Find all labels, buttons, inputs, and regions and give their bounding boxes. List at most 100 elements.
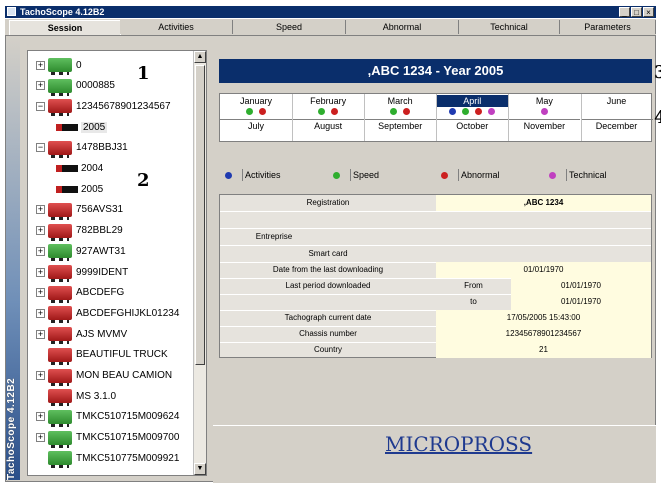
calendar-divider bbox=[292, 94, 294, 141]
indicator-dot-icon bbox=[403, 108, 411, 115]
last-download-value: 01/01/1970 bbox=[436, 262, 651, 278]
indicator-dot-icon bbox=[259, 108, 267, 115]
expand-icon[interactable]: + bbox=[36, 205, 45, 215]
expand-icon[interactable]: + bbox=[36, 60, 45, 70]
green-truck-icon bbox=[48, 244, 72, 262]
indicator-dot-icon bbox=[318, 108, 326, 115]
month-september[interactable]: September bbox=[364, 119, 437, 132]
legend-speed-label: Speed bbox=[353, 170, 380, 180]
month-august[interactable]: August bbox=[292, 119, 365, 132]
month-february[interactable]: February bbox=[292, 95, 364, 107]
tree-item[interactable]: − 1478BBJ31 bbox=[36, 139, 128, 158]
tree-item-label: 2005 bbox=[81, 183, 104, 195]
micropross-logo: MICROPROSS bbox=[385, 432, 533, 456]
indicator-dot-icon bbox=[449, 108, 457, 115]
tree-item[interactable]: 2005 bbox=[56, 118, 108, 136]
indicator-dot-icon bbox=[462, 108, 470, 115]
tree-item[interactable]: +756AVS31 bbox=[36, 201, 124, 220]
tree-item-label: 2005 bbox=[81, 121, 108, 133]
red-truck-icon bbox=[48, 347, 72, 365]
indicator-dot-icon bbox=[540, 108, 548, 115]
collapse-icon[interactable]: − bbox=[36, 143, 45, 153]
tab-parameters[interactable]: Parameters bbox=[560, 20, 656, 34]
close-button[interactable]: × bbox=[643, 7, 654, 17]
expand-icon[interactable]: + bbox=[36, 288, 45, 298]
month-july[interactable]: July bbox=[220, 119, 292, 132]
tree-item[interactable]: MS 3.1.0 bbox=[36, 387, 117, 407]
window-titlebar: TachoScope 4.12B2 _ □ × bbox=[5, 6, 656, 18]
legend-abnormal: Abnormal bbox=[441, 169, 500, 181]
tree-item-label: MS 3.1.0 bbox=[76, 390, 117, 402]
tree-item[interactable]: + ABCDEFGHIJKL01234 bbox=[36, 304, 179, 324]
month-january[interactable]: January bbox=[220, 95, 292, 107]
tree-scrollbar[interactable]: ▲ ▼ bbox=[193, 51, 206, 475]
month-december[interactable]: December bbox=[580, 119, 653, 132]
expand-icon[interactable]: + bbox=[36, 371, 45, 380]
tree-item[interactable]: + TMKC510715M009700 bbox=[36, 429, 179, 448]
tree-item[interactable]: +927AWT31 bbox=[36, 242, 126, 262]
sidebar-brand: TachoScope 4.12B2 bbox=[6, 360, 20, 480]
tree-item[interactable]: − 12345678901234567 bbox=[36, 97, 171, 117]
tab-activities[interactable]: Activities bbox=[120, 20, 233, 34]
legend-activities: Activities bbox=[225, 169, 281, 181]
window-controls: _ □ × bbox=[619, 7, 654, 17]
tree-item-label: 756AVS31 bbox=[76, 204, 124, 216]
scroll-up-button[interactable]: ▲ bbox=[194, 51, 206, 63]
tree-item[interactable]: + AJS MVMV bbox=[36, 325, 127, 345]
expand-icon[interactable]: + bbox=[36, 433, 45, 443]
tree-item[interactable]: +782BBL29 bbox=[36, 222, 123, 241]
expand-icon[interactable]: + bbox=[36, 412, 45, 422]
vehicle-tree[interactable]: ▲ ▼ +0 +0000885 − 12345678901234567 2005 −147… bbox=[27, 50, 207, 476]
month-october[interactable]: October bbox=[436, 119, 509, 132]
last-download-label: Date from the last downloading bbox=[272, 265, 384, 274]
scroll-down-button[interactable]: ▼ bbox=[194, 463, 206, 475]
month-indicators bbox=[449, 108, 496, 115]
tab-technical[interactable]: Technical bbox=[459, 20, 560, 34]
month-june[interactable]: June bbox=[581, 95, 653, 107]
red-truck-icon bbox=[48, 223, 72, 241]
tree-item[interactable]: +0 bbox=[36, 56, 82, 75]
last-period-label: Last period downloaded bbox=[285, 281, 371, 290]
expand-icon[interactable]: + bbox=[36, 329, 45, 339]
month-april[interactable]: April bbox=[436, 95, 509, 107]
expand-icon[interactable]: + bbox=[36, 226, 45, 236]
tree-item[interactable]: TMKC510775M009921 bbox=[36, 449, 180, 469]
legend-activities-label: Activities bbox=[245, 170, 281, 180]
month-march[interactable]: March bbox=[364, 95, 436, 107]
month-november[interactable]: November bbox=[508, 119, 581, 132]
from-value: 01/01/1970 bbox=[511, 278, 651, 294]
abnormal-dot-icon bbox=[441, 171, 448, 179]
collapse-icon[interactable]: − bbox=[36, 101, 45, 111]
tree-item[interactable]: + TMKC510715M009624 bbox=[36, 408, 180, 427]
tree-item[interactable]: + ABCDEFG bbox=[36, 284, 124, 303]
tree-item[interactable]: 2004 bbox=[56, 160, 103, 178]
maximize-button[interactable]: □ bbox=[631, 7, 642, 17]
expand-icon[interactable]: + bbox=[36, 246, 45, 256]
chassis-value: 12345678901234567 bbox=[436, 326, 651, 342]
expand-icon[interactable]: + bbox=[36, 267, 45, 277]
red-truck-icon bbox=[48, 140, 72, 158]
tab-abnormal[interactable]: Abnormal bbox=[346, 20, 459, 34]
tree-item[interactable]: 2005 bbox=[56, 180, 103, 198]
minimize-button[interactable]: _ bbox=[619, 7, 630, 17]
tree-item[interactable]: BEAUTIFUL TRUCK bbox=[36, 346, 168, 365]
tree-item-label: TMKC510775M009921 bbox=[76, 452, 180, 464]
tab-session[interactable]: Session bbox=[9, 20, 121, 35]
scroll-thumb[interactable] bbox=[195, 65, 205, 365]
tree-item[interactable]: + MON BEAU CAMION bbox=[36, 367, 172, 386]
expand-icon[interactable]: + bbox=[36, 81, 45, 91]
tree-item-label: 12345678901234567 bbox=[76, 100, 171, 112]
app-icon bbox=[7, 7, 16, 16]
tree-item-label: 782BBL29 bbox=[76, 225, 123, 237]
technical-dot-icon bbox=[549, 171, 556, 179]
tab-speed[interactable]: Speed bbox=[233, 20, 346, 34]
tree-item-label: 0 bbox=[76, 59, 82, 71]
tree-item-label: TMKC510715M009624 bbox=[76, 411, 180, 423]
calendar-divider bbox=[436, 94, 438, 141]
tree-item[interactable]: +9999IDENT bbox=[36, 263, 128, 282]
month-may[interactable]: May bbox=[508, 95, 580, 107]
tree-item[interactable]: +0000885 bbox=[36, 77, 115, 96]
expand-icon[interactable]: + bbox=[36, 308, 45, 318]
